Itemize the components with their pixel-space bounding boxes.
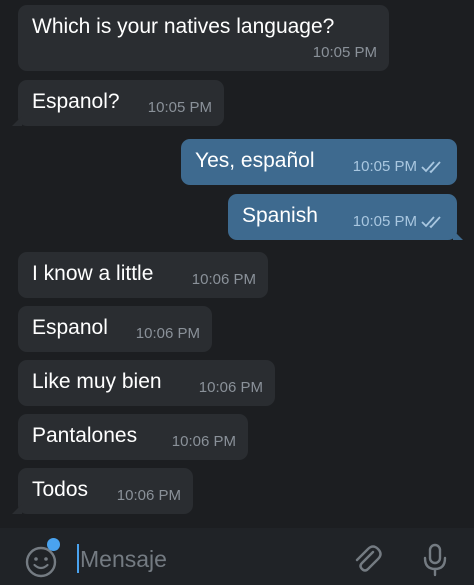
message-time: 10:06 PM	[135, 325, 200, 342]
message-bubble[interactable]: Espanol? 10:05 PM	[12, 80, 224, 126]
message-text: Which is your natives language?	[32, 15, 335, 38]
message-time: 10:06 PM	[198, 379, 263, 396]
message-time: 10:05 PM	[147, 99, 212, 116]
message-bubble[interactable]: Pantalones 10:06 PM	[18, 414, 248, 460]
message-meta: 10:05 PM	[148, 96, 212, 120]
message-meta: 10:06 PM	[192, 268, 256, 292]
microphone-icon[interactable]	[420, 542, 450, 578]
bubble-tail	[453, 230, 463, 240]
message-time: 10:06 PM	[191, 271, 256, 288]
message-text: Espanol	[32, 316, 108, 339]
message-text: Pantalones	[32, 424, 138, 447]
text-caret	[77, 544, 79, 573]
bubble-tail	[12, 116, 22, 126]
message-meta: 10:05 PM	[313, 41, 377, 65]
message-time: 10:05 PM	[312, 44, 377, 61]
message-bubble[interactable]: Yes, español 10:05 PM	[181, 139, 457, 185]
message-time: 10:06 PM	[171, 433, 236, 450]
message-meta: 10:06 PM	[136, 322, 200, 346]
message-meta: 10:06 PM	[172, 430, 236, 454]
chat-screen: Which is your natives language? 10:05 PM…	[0, 0, 474, 585]
message-bubble[interactable]: Like muy bien 10:06 PM	[18, 360, 275, 406]
message-text: Todos	[32, 478, 89, 501]
paperclip-icon[interactable]	[349, 542, 385, 578]
message-time: 10:05 PM	[352, 158, 417, 175]
notification-dot	[47, 538, 60, 551]
message-input[interactable]	[76, 542, 326, 576]
message-text: Yes, español	[195, 149, 315, 172]
message-meta: 10:06 PM	[199, 376, 263, 400]
message-time: 10:06 PM	[116, 487, 181, 504]
double-check-icon	[421, 215, 445, 229]
message-text: Espanol?	[32, 90, 120, 113]
message-bubble[interactable]: Todos 10:06 PM	[12, 468, 193, 514]
message-meta: 10:05 PM	[353, 155, 445, 179]
message-text: Like muy bien	[32, 370, 162, 393]
message-bubble[interactable]: Spanish 10:05 PM	[228, 194, 463, 240]
double-check-icon	[421, 160, 445, 174]
message-bubble[interactable]: I know a little 10:06 PM	[18, 252, 268, 298]
message-meta: 10:05 PM	[353, 210, 445, 234]
message-text: I know a little	[32, 262, 154, 285]
message-meta: 10:06 PM	[117, 484, 181, 508]
message-bubble[interactable]: Which is your natives language? 10:05 PM	[18, 5, 389, 71]
message-bubble[interactable]: Espanol 10:06 PM	[18, 306, 212, 352]
message-time: 10:05 PM	[352, 213, 417, 230]
message-composer	[0, 528, 474, 585]
bubble-tail	[12, 504, 22, 514]
message-list[interactable]: Which is your natives language? 10:05 PM…	[0, 0, 474, 528]
message-text: Spanish	[242, 204, 318, 227]
